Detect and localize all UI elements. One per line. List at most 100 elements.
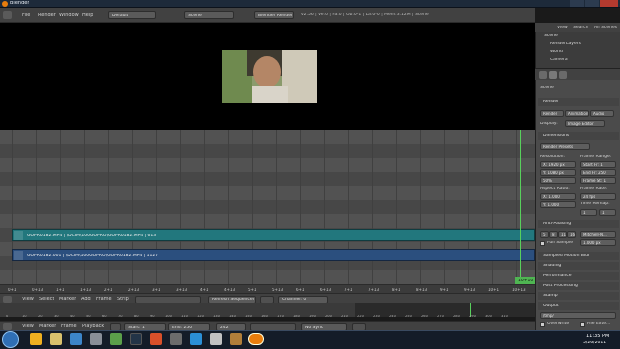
chrome-icon[interactable] bbox=[30, 333, 42, 345]
audio-button[interactable]: Audio bbox=[590, 110, 614, 117]
file-extension-checkbox[interactable] bbox=[580, 322, 585, 327]
menu-playback[interactable]: Playback bbox=[82, 324, 104, 329]
movie-strip[interactable]: GOPR0182.MP4 | \DCIM\100GOPRO\GOPR0182.M… bbox=[12, 229, 535, 241]
remap-new-field[interactable]: 1 bbox=[599, 209, 616, 216]
editor-type-icon[interactable] bbox=[3, 295, 12, 303]
timeline-tick: 140 bbox=[229, 315, 236, 318]
explorer-icon[interactable] bbox=[50, 333, 62, 345]
frame-step-field[interactable]: Frame St: 1 bbox=[580, 177, 616, 184]
remap-old-field[interactable]: 1 bbox=[580, 209, 597, 216]
timeline-tick: 250 bbox=[405, 315, 412, 318]
scene-selector[interactable]: Scene bbox=[184, 11, 234, 19]
render-presets-selector[interactable]: Render Presets bbox=[540, 143, 590, 150]
aa-samples-16[interactable]: 16 bbox=[567, 231, 576, 238]
grid-line bbox=[36, 130, 37, 285]
shading-section[interactable]: Shading bbox=[538, 262, 619, 270]
resolution-x-field[interactable]: X: 1920 px bbox=[540, 161, 576, 168]
ie-icon[interactable] bbox=[70, 333, 82, 345]
outliner-item[interactable]: RenderLayers bbox=[550, 42, 581, 47]
menu-marker[interactable]: Marker bbox=[59, 297, 76, 302]
menu-help[interactable]: Help bbox=[82, 13, 93, 18]
aspect-y-field[interactable]: Y: 1.000 bbox=[540, 201, 576, 208]
resolution-percent-field[interactable]: 50% bbox=[540, 177, 576, 184]
sequencer-editor[interactable]: GOPR0182.MP4 | \DCIM\100GOPRO\GOPR0182.M… bbox=[0, 130, 535, 295]
screen-selector[interactable]: Default bbox=[108, 11, 156, 19]
start-frame-field[interactable]: Start Fr: 1 bbox=[580, 161, 616, 168]
editor-type-icon[interactable] bbox=[3, 11, 12, 19]
ruler-label: 9+1 bbox=[440, 287, 449, 292]
app-icon[interactable] bbox=[190, 333, 202, 345]
filter-size-field[interactable]: 1.000 px bbox=[580, 239, 616, 246]
outliner-item[interactable]: Scene bbox=[544, 34, 558, 39]
display-label: Display: bbox=[540, 122, 558, 126]
app-icon[interactable] bbox=[150, 333, 162, 345]
menu-frame[interactable]: Frame bbox=[96, 297, 112, 302]
dimensions-section-header[interactable]: Dimensions bbox=[538, 132, 619, 140]
grid-line bbox=[300, 130, 301, 285]
overwrite-checkbox[interactable] bbox=[540, 322, 545, 327]
render-section-header[interactable]: Render bbox=[538, 98, 619, 106]
strip-handle[interactable] bbox=[14, 231, 23, 240]
menu-marker[interactable]: Marker bbox=[39, 324, 56, 329]
aa-filter-selector[interactable]: Mitchell-N... bbox=[580, 231, 616, 238]
world-tab-icon[interactable] bbox=[559, 71, 567, 79]
maximize-button[interactable] bbox=[585, 0, 599, 7]
display-selector[interactable]: Image Editor bbox=[565, 120, 605, 127]
aa-samples-8[interactable]: 8 bbox=[549, 231, 558, 238]
properties-panel[interactable]: Scene Render Render Animation Audio Disp… bbox=[535, 80, 620, 330]
ruler-label: 4+1 bbox=[200, 287, 209, 292]
system-tray[interactable] bbox=[540, 335, 580, 344]
menu-file[interactable]: File bbox=[22, 13, 30, 18]
grid-line bbox=[84, 130, 85, 285]
properties-tabs[interactable] bbox=[535, 68, 620, 80]
motion-blur-section[interactable]: Sampled Motion Blur bbox=[538, 252, 619, 260]
end-frame-field[interactable]: End Fr: 250 bbox=[580, 169, 616, 176]
app-icon[interactable] bbox=[230, 333, 242, 345]
movie-strip[interactable]: GOPR0182.001 | \DCIM\100GOPRO\GOPR0182.M… bbox=[12, 249, 535, 261]
blender-taskbar-icon[interactable] bbox=[248, 333, 264, 345]
frame-rate-selector[interactable]: 24 fps bbox=[580, 193, 616, 200]
app-icon[interactable] bbox=[170, 333, 182, 345]
menu-add[interactable]: Add bbox=[81, 297, 91, 302]
menu-strip[interactable]: Strip bbox=[117, 297, 129, 302]
render-button[interactable]: Render bbox=[540, 110, 564, 117]
playhead[interactable] bbox=[520, 130, 521, 295]
app-icon[interactable] bbox=[130, 333, 142, 345]
output-section[interactable]: Output bbox=[538, 302, 619, 310]
output-path-field[interactable]: /tmp/ bbox=[540, 312, 616, 319]
menu-select[interactable]: Select bbox=[39, 297, 54, 302]
app-icon[interactable] bbox=[210, 333, 222, 345]
menu-search[interactable]: Search bbox=[573, 26, 588, 31]
outliner-item[interactable]: World bbox=[550, 50, 563, 55]
stamp-section[interactable]: Stamp bbox=[538, 292, 619, 300]
post-processing-section[interactable]: Post Processing bbox=[538, 282, 619, 290]
minimize-button[interactable] bbox=[570, 0, 584, 7]
aspect-x-field[interactable]: X: 1.000 bbox=[540, 193, 576, 200]
aa-samples-11[interactable]: 11 bbox=[558, 231, 567, 238]
app-icon[interactable] bbox=[110, 333, 122, 345]
anti-aliasing-section-header[interactable]: Anti-Aliasing bbox=[538, 220, 619, 228]
all-scenes-selector[interactable]: All Scenes bbox=[594, 26, 617, 31]
render-engine-selector[interactable]: Blender Render bbox=[254, 11, 294, 19]
menu-window[interactable]: Window bbox=[59, 13, 79, 18]
editor-type-icon[interactable] bbox=[3, 323, 12, 330]
grid-line bbox=[228, 130, 229, 285]
strip-handle[interactable] bbox=[14, 251, 23, 260]
performance-section[interactable]: Performance bbox=[538, 272, 619, 280]
scene-tab-icon[interactable] bbox=[549, 71, 557, 79]
start-button[interactable] bbox=[2, 331, 19, 348]
app-icon[interactable] bbox=[90, 333, 102, 345]
menu-view[interactable]: View bbox=[22, 297, 34, 302]
aa-samples-5[interactable]: 5 bbox=[540, 231, 549, 238]
full-sample-checkbox[interactable] bbox=[540, 241, 545, 246]
menu-frame[interactable]: Frame bbox=[61, 324, 77, 329]
menu-render[interactable]: Render bbox=[38, 13, 56, 18]
animation-button[interactable]: Animation bbox=[565, 110, 589, 117]
close-button[interactable] bbox=[600, 0, 618, 7]
menu-view[interactable]: View bbox=[557, 26, 568, 31]
outliner-item[interactable]: Camera bbox=[550, 58, 568, 63]
menu-view[interactable]: View bbox=[22, 324, 34, 329]
render-tab-icon[interactable] bbox=[539, 71, 547, 79]
scene-label: Scene bbox=[540, 86, 554, 90]
resolution-y-field[interactable]: Y: 1080 px bbox=[540, 169, 576, 176]
